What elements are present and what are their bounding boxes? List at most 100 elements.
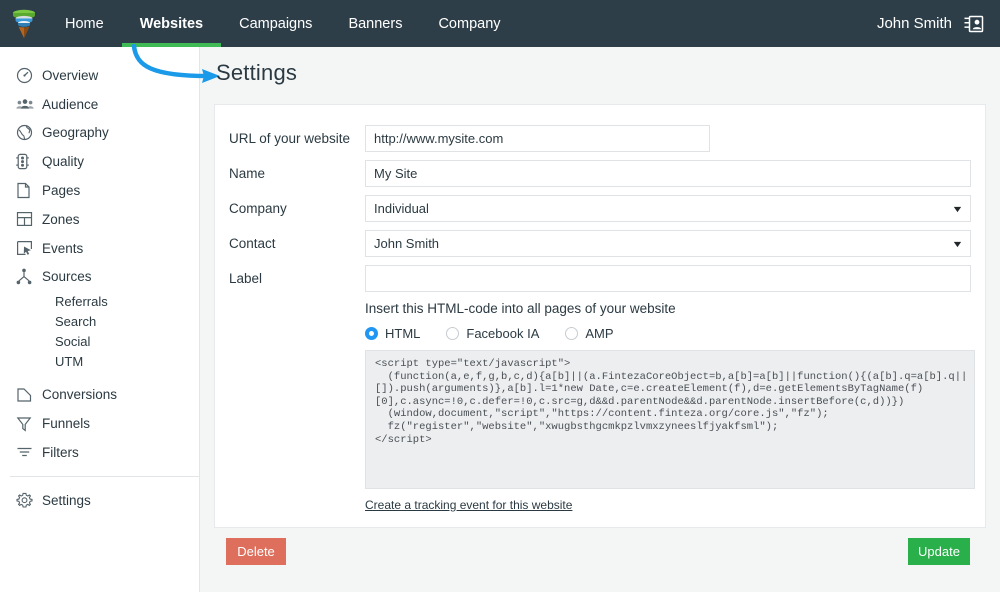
sidebar-subitem-label: Social — [55, 334, 90, 349]
nav-item-banners[interactable]: Banners — [330, 0, 420, 47]
people-icon — [16, 97, 42, 111]
globe-icon — [16, 124, 42, 141]
sidebar-item-geography[interactable]: Geography — [0, 119, 199, 148]
gauge-icon — [16, 67, 42, 84]
form-row-name: Name My Site — [215, 156, 985, 191]
traffic-light-icon — [16, 153, 42, 170]
radio-label: Facebook IA — [466, 326, 539, 341]
sidebar-subitem-social[interactable]: Social — [0, 331, 199, 351]
code-format-radio-group: HTML Facebook IA AMP — [365, 326, 987, 341]
company-select-value: Individual — [374, 201, 429, 216]
sidebar: Overview Audience Geography Quality Page — [0, 47, 200, 592]
layout-icon — [16, 211, 42, 227]
form-row-url: URL of your website http://www.mysite.co… — [215, 121, 985, 156]
nav-label: Company — [438, 16, 500, 32]
sidebar-item-label: Zones — [42, 212, 80, 227]
app-root: Home Websites Campaigns Banners Company … — [0, 0, 1000, 592]
conversion-arrow-icon — [16, 387, 42, 403]
sidebar-subitem-referrals[interactable]: Referrals — [0, 291, 199, 311]
sources-tree-icon — [16, 268, 42, 285]
sidebar-item-sources[interactable]: Sources — [0, 263, 199, 292]
sidebar-item-events[interactable]: Events — [0, 234, 199, 263]
code-section-heading: Insert this HTML-code into all pages of … — [365, 301, 987, 316]
sidebar-item-label: Sources — [42, 269, 92, 284]
settings-card: URL of your website http://www.mysite.co… — [214, 104, 986, 528]
top-navigation-bar: Home Websites Campaigns Banners Company … — [0, 0, 1000, 47]
radio-button-icon[interactable] — [446, 327, 459, 340]
sidebar-item-funnels[interactable]: Funnels — [0, 409, 199, 438]
nav-label: Websites — [140, 16, 203, 32]
logo-link[interactable] — [0, 0, 47, 47]
page-title: Settings — [216, 60, 297, 86]
funnel-logo-icon — [11, 9, 37, 39]
radio-option-html[interactable]: HTML — [365, 326, 420, 341]
delete-button[interactable]: Delete — [226, 538, 286, 565]
sidebar-item-label: Conversions — [42, 387, 117, 402]
sidebar-subitem-search[interactable]: Search — [0, 311, 199, 331]
chevron-down-icon: ▼ — [951, 239, 963, 249]
field-label-name: Name — [215, 166, 365, 181]
sidebar-item-label: Pages — [42, 183, 80, 198]
nav-label: Home — [65, 16, 104, 32]
sidebar-item-label: Overview — [42, 68, 98, 83]
chevron-down-icon: ▼ — [951, 204, 963, 214]
nav-item-websites[interactable]: Websites — [122, 0, 221, 47]
form-row-label: Label — [215, 261, 985, 296]
update-button[interactable]: Update — [908, 538, 970, 565]
tracking-code-section: Insert this HTML-code into all pages of … — [365, 301, 987, 514]
user-menu[interactable]: John Smith — [877, 15, 1000, 33]
form-row-company: Company Individual ▼ — [215, 191, 985, 226]
sidebar-item-label: Filters — [42, 445, 79, 460]
user-name: John Smith — [877, 15, 952, 32]
tracking-code-content: <script type="text/javascript"> (functio… — [375, 358, 965, 446]
contact-select[interactable]: John Smith ▼ — [365, 230, 971, 257]
radio-option-amp[interactable]: AMP — [565, 326, 613, 341]
sidebar-subitem-label: Referrals — [55, 294, 108, 309]
nav-items: Home Websites Campaigns Banners Company — [47, 0, 519, 47]
create-tracking-event-link[interactable]: Create a tracking event for this website — [365, 498, 572, 512]
label-input[interactable] — [365, 265, 971, 292]
sidebar-item-overview[interactable]: Overview — [0, 61, 199, 90]
field-label-contact: Contact — [215, 236, 365, 251]
gear-icon — [16, 492, 42, 509]
form-row-contact: Contact John Smith ▼ — [215, 226, 985, 261]
field-label-company: Company — [215, 201, 365, 216]
nav-label: Campaigns — [239, 16, 312, 32]
sidebar-item-label: Quality — [42, 154, 84, 169]
sidebar-subitem-label: Search — [55, 314, 96, 329]
nav-item-company[interactable]: Company — [420, 0, 518, 47]
radio-option-facebook-ia[interactable]: Facebook IA — [446, 326, 539, 341]
sidebar-item-label: Funnels — [42, 416, 90, 431]
radio-button-icon[interactable] — [365, 327, 378, 340]
sidebar-divider — [10, 476, 199, 477]
page-icon — [16, 182, 42, 199]
contact-select-value: John Smith — [374, 236, 439, 251]
sidebar-subitem-label: UTM — [55, 354, 83, 369]
sidebar-item-label: Audience — [42, 97, 98, 112]
tracking-code-textarea[interactable]: <script type="text/javascript"> (functio… — [365, 350, 975, 489]
field-label-url: URL of your website — [215, 131, 365, 146]
settings-form: URL of your website http://www.mysite.co… — [215, 105, 985, 296]
sidebar-item-quality[interactable]: Quality — [0, 147, 199, 176]
company-select[interactable]: Individual ▼ — [365, 195, 971, 222]
filters-icon — [16, 445, 42, 459]
nav-item-campaigns[interactable]: Campaigns — [221, 0, 330, 47]
cursor-box-icon — [16, 240, 42, 256]
name-input[interactable]: My Site — [365, 160, 971, 187]
sidebar-item-conversions[interactable]: Conversions — [0, 380, 199, 409]
field-label-label: Label — [215, 271, 365, 286]
sidebar-subitem-utm[interactable]: UTM — [0, 351, 199, 371]
sidebar-item-pages[interactable]: Pages — [0, 176, 199, 205]
sidebar-item-zones[interactable]: Zones — [0, 205, 199, 234]
nav-item-home[interactable]: Home — [47, 0, 122, 47]
sidebar-item-label: Events — [42, 241, 83, 256]
url-input[interactable]: http://www.mysite.com — [365, 125, 710, 152]
sidebar-item-filters[interactable]: Filters — [0, 438, 199, 467]
contact-card-icon[interactable] — [964, 15, 984, 33]
radio-label: HTML — [385, 326, 420, 341]
nav-label: Banners — [348, 16, 402, 32]
sidebar-item-audience[interactable]: Audience — [0, 90, 199, 119]
radio-button-icon[interactable] — [565, 327, 578, 340]
radio-label: AMP — [585, 326, 613, 341]
sidebar-item-settings[interactable]: Settings — [0, 486, 199, 515]
